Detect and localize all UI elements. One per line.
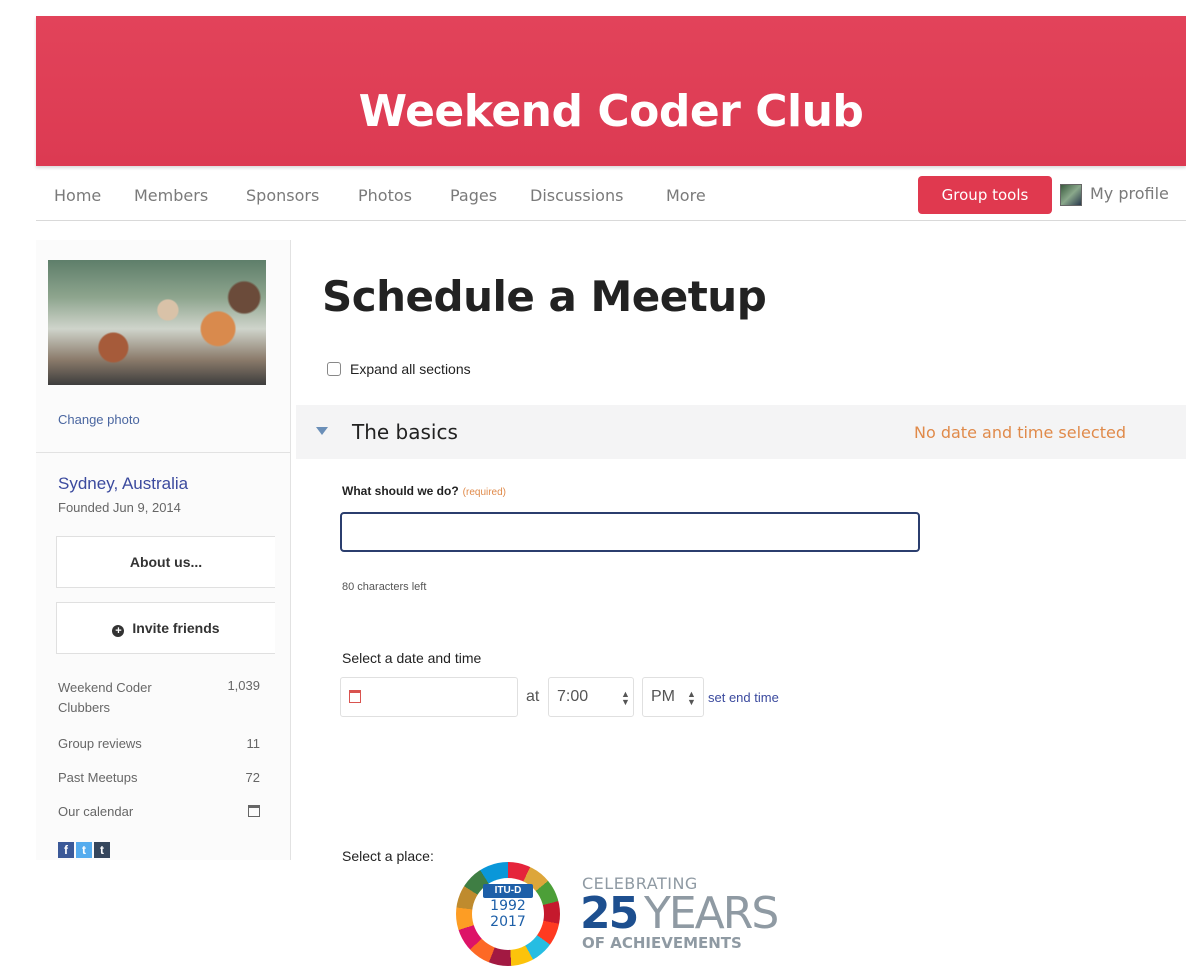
date-time-label: Select a date and time xyxy=(342,650,482,666)
invite-friends-button[interactable]: + Invite friends xyxy=(56,602,275,654)
page-title: Schedule a Meetup xyxy=(322,272,767,321)
calendar-icon xyxy=(349,690,361,703)
up-down-arrows-icon: ▲ ▼ xyxy=(621,689,630,707)
itu-logo: ITU-D 1992 2017 xyxy=(456,862,560,966)
meetup-name-input[interactable] xyxy=(340,512,920,552)
nav-sponsors[interactable]: Sponsors xyxy=(246,186,319,205)
invite-friends-label: Invite friends xyxy=(132,620,220,636)
time-select[interactable]: 7:00 ▲ ▼ xyxy=(548,677,634,717)
nav-photos[interactable]: Photos xyxy=(358,186,412,205)
avatar[interactable] xyxy=(1060,184,1082,206)
my-profile-link[interactable]: My profile xyxy=(1090,184,1169,203)
stat-calendar-label[interactable]: Our calendar xyxy=(58,804,133,819)
place-label: Select a place: xyxy=(342,848,434,864)
stat-past-value: 72 xyxy=(245,770,260,785)
plus-circle-icon: + xyxy=(112,625,125,637)
calendar-icon[interactable] xyxy=(248,805,260,817)
nav-more[interactable]: More xyxy=(666,186,706,205)
up-down-arrows-icon: ▲ ▼ xyxy=(687,689,696,707)
date-input[interactable] xyxy=(340,677,518,717)
nav-home[interactable]: Home xyxy=(54,186,101,205)
what-label: What should we do? (required) xyxy=(342,484,507,498)
about-us-button[interactable]: About us... xyxy=(56,536,275,588)
section-status: No date and time selected xyxy=(914,423,1126,442)
group-photo xyxy=(48,260,266,385)
change-photo-link[interactable]: Change photo xyxy=(58,412,140,427)
at-label: at xyxy=(526,688,540,705)
nav-pages[interactable]: Pages xyxy=(450,186,497,205)
years-word: YEARS xyxy=(644,888,779,939)
expand-all-checkbox[interactable] xyxy=(327,362,341,376)
years-number: 25 xyxy=(580,888,639,939)
characters-left: 80 characters left xyxy=(342,581,427,593)
stat-members-label[interactable]: Weekend Coder Clubbers xyxy=(58,678,188,718)
group-title: Weekend Coder Club xyxy=(358,86,864,137)
achievements-text: OF ACHIEVEMENTS xyxy=(582,934,742,952)
stat-reviews-label[interactable]: Group reviews xyxy=(58,736,142,751)
time-value: 7:00 xyxy=(557,688,589,705)
stat-past-label[interactable]: Past Meetups xyxy=(58,770,138,785)
ampm-select[interactable]: PM ▲ ▼ xyxy=(642,677,704,717)
founded-date: Founded Jun 9, 2014 xyxy=(58,500,181,515)
group-city-link[interactable]: Sydney, Australia xyxy=(58,474,188,494)
twitter-icon[interactable]: t xyxy=(76,842,92,858)
caret-down-icon[interactable] xyxy=(316,427,328,435)
section-title[interactable]: The basics xyxy=(352,420,458,444)
logo-year-end: 2017 xyxy=(490,914,526,930)
expand-all-label[interactable]: Expand all sections xyxy=(350,361,471,377)
facebook-icon[interactable]: f xyxy=(58,842,74,858)
nav-discussions[interactable]: Discussions xyxy=(530,186,623,205)
nav-members[interactable]: Members xyxy=(134,186,208,205)
logo-year-start: 1992 xyxy=(490,898,526,914)
stat-members-value: 1,039 xyxy=(227,678,260,693)
group-nav: Home Members Sponsors Photos Pages Discu… xyxy=(36,172,1186,221)
group-banner: Weekend Coder Club xyxy=(36,16,1186,166)
required-tag: (required) xyxy=(462,487,507,498)
sidebar-divider xyxy=(36,452,290,453)
set-end-time-link[interactable]: set end time xyxy=(708,690,779,705)
group-tools-button[interactable]: Group tools xyxy=(918,176,1052,214)
ampm-value: PM xyxy=(651,688,675,705)
tumblr-icon[interactable]: t xyxy=(94,842,110,858)
itu-logo-inner: ITU-D 1992 2017 xyxy=(472,878,544,950)
itu-tag: ITU-D xyxy=(483,884,533,898)
group-sidebar: Change photo Sydney, Australia Founded J… xyxy=(36,240,291,860)
stat-reviews-value: 11 xyxy=(246,736,261,751)
